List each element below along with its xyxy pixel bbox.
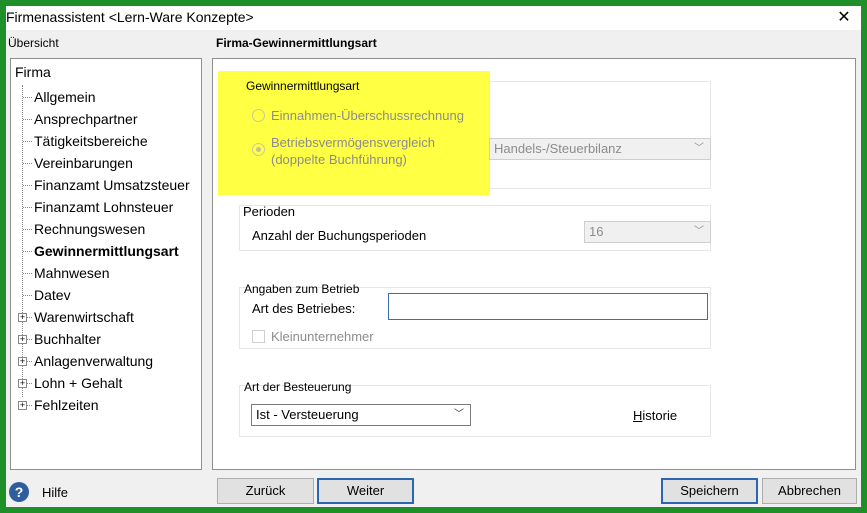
gewinnermittlung-title: Gewinnermittlungsart (246, 79, 360, 93)
perioden-label: Anzahl der Buchungsperioden (252, 228, 427, 243)
back-button[interactable]: Zurück (217, 478, 314, 504)
tree-connector (23, 251, 32, 252)
expand-plus-icon[interactable]: + (18, 313, 27, 322)
chevron-down-icon: ﹀ (454, 409, 464, 420)
expand-plus-icon[interactable]: + (18, 401, 27, 410)
section-title: Firma-Gewinnermittlungsart (216, 36, 377, 50)
perioden-title: Perioden (243, 204, 296, 219)
tree-item[interactable]: Vereinbarungen (34, 153, 133, 173)
tree-item[interactable]: Ansprechpartner (34, 109, 138, 129)
tree-item[interactable]: Finanzamt Umsatzsteuer (34, 175, 190, 195)
radio-einnahmen-label: Einnahmen-Überschussrechnung (271, 108, 464, 123)
overview-header: Übersicht (8, 36, 59, 50)
tree-item[interactable]: Rechnungswesen (34, 219, 145, 239)
tree-root-firma[interactable]: Firma (15, 64, 51, 80)
betrieb-art-input[interactable] (388, 293, 708, 320)
next-button[interactable]: Weiter (317, 478, 414, 504)
tree-connector (23, 185, 32, 186)
besteuerung-select-value: Ist - Versteuerung (256, 407, 359, 422)
radio-betriebsvermoegen[interactable] (252, 143, 265, 156)
tree-connector (23, 97, 32, 98)
radio-betriebsvermoegen-label-1: Betriebsvermögensvergleich (271, 135, 436, 150)
tree-connector (23, 207, 32, 208)
help-icon[interactable]: ? (9, 482, 29, 502)
window-title: Firmenassistent <Lern-Ware Konzepte> (6, 9, 254, 25)
chevron-down-icon: ﹀ (694, 226, 704, 237)
historie-link[interactable]: Historie (633, 408, 677, 423)
tree-connector (23, 119, 32, 120)
tree-item[interactable]: Mahnwesen (34, 263, 110, 283)
close-icon[interactable]: ✕ (835, 7, 853, 27)
radio-einnahmen[interactable] (252, 109, 265, 122)
betrieb-art-label: Art des Betriebes: (252, 301, 356, 316)
radio-betriebsvermoegen-label-2: (doppelte Buchführung) (271, 152, 407, 167)
cancel-button[interactable]: Abbrechen (762, 478, 857, 504)
tree-item[interactable]: Finanzamt Lohnsteuer (34, 197, 173, 217)
kleinunternehmer-checkbox[interactable] (252, 330, 265, 343)
content-panel: Gewinnermittlungsart Einnahmen-Überschus… (212, 58, 856, 470)
tree-item[interactable]: Anlagenverwaltung (34, 351, 153, 371)
besteuerung-select[interactable]: Ist - Versteuerung ﹀ (251, 404, 471, 426)
chevron-down-icon: ﹀ (694, 143, 704, 154)
help-label[interactable]: Hilfe (42, 485, 68, 500)
dialog-window: Firmenassistent <Lern-Ware Konzepte> ✕ Ü… (6, 6, 861, 507)
tree-item[interactable]: Buchhalter (34, 329, 101, 349)
expand-plus-icon[interactable]: + (18, 379, 27, 388)
tree-item[interactable]: Lohn + Gehalt (34, 373, 122, 393)
betrieb-title: Angaben zum Betrieb (244, 282, 360, 296)
tree-connector (23, 295, 32, 296)
besteuerung-title: Art der Besteuerung (244, 380, 352, 394)
expand-plus-icon[interactable]: + (18, 357, 27, 366)
navigation-tree: Firma Allgemein Ansprechpartner Tätigkeits… (10, 58, 202, 470)
tree-item[interactable]: Gewinnermittlungsart (34, 241, 179, 261)
tree-connector (23, 141, 32, 142)
tree-item[interactable]: Warenwirtschaft (34, 307, 134, 327)
historie-accesskey: H (633, 408, 643, 423)
tree-item[interactable]: Allgemein (34, 87, 95, 107)
tree-guide-line (22, 85, 23, 397)
title-bar: Firmenassistent <Lern-Ware Konzepte> ✕ (6, 6, 861, 30)
tree-item[interactable]: Tätigkeitsbereiche (34, 131, 148, 151)
tree-connector (23, 273, 32, 274)
historie-link-rest: istorie (642, 408, 678, 423)
tree-connector (23, 229, 32, 230)
perioden-select-value: 16 (589, 224, 604, 239)
bilanz-select[interactable]: Handels-/Steuerbilanz ﹀ (489, 138, 711, 160)
perioden-select[interactable]: 16 ﹀ (584, 221, 711, 243)
tree-item[interactable]: Fehlzeiten (34, 395, 99, 415)
tree-item[interactable]: Datev (34, 285, 71, 305)
kleinunternehmer-label: Kleinunternehmer (271, 329, 374, 344)
bilanz-select-value: Handels-/Steuerbilanz (494, 141, 622, 156)
expand-plus-icon[interactable]: + (18, 335, 27, 344)
save-button[interactable]: Speichern (661, 478, 758, 504)
tree-connector (23, 163, 32, 164)
